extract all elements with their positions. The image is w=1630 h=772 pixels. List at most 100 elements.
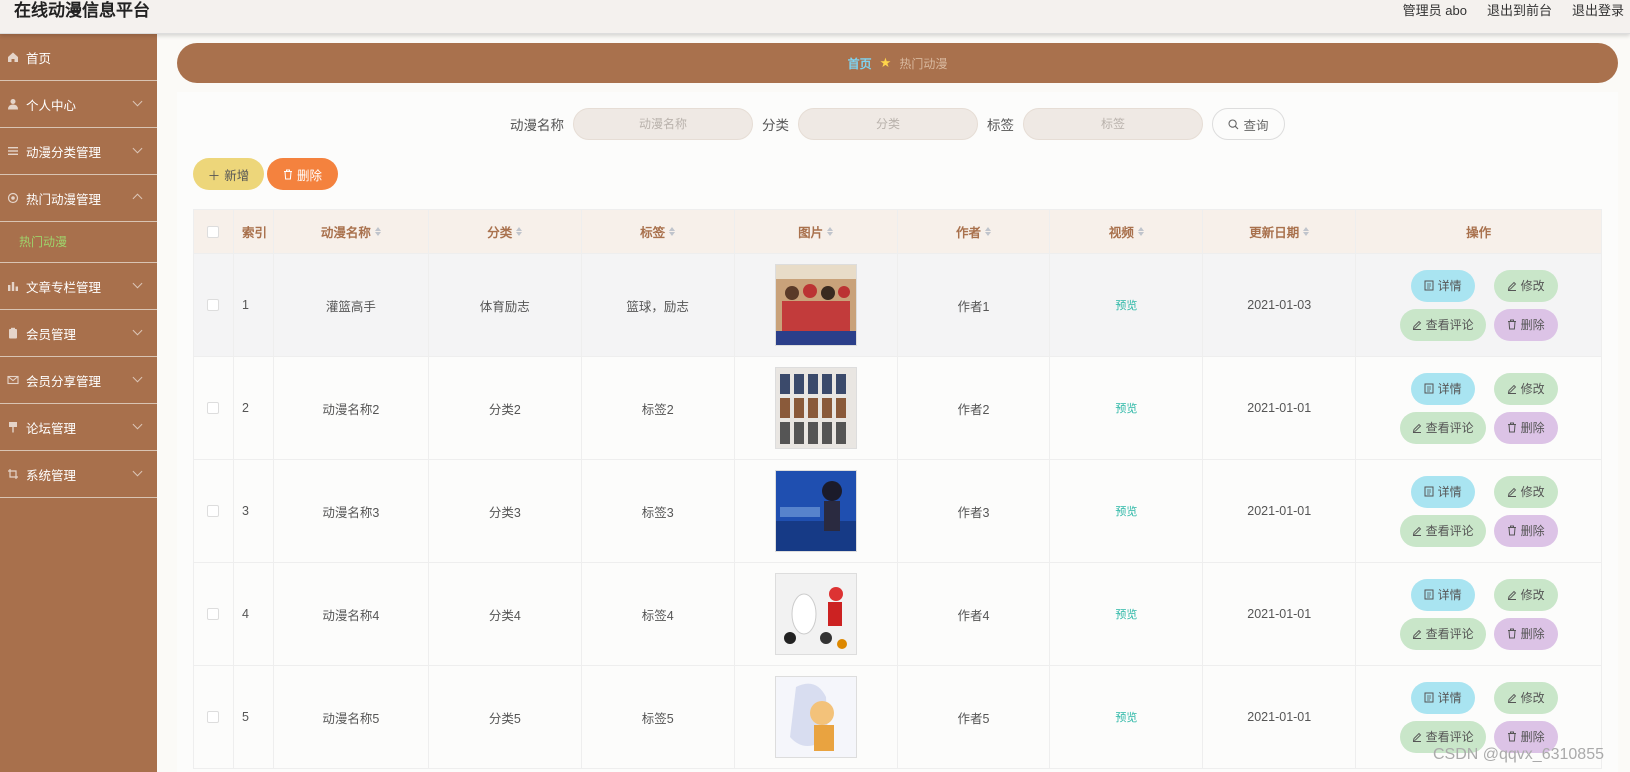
sidebar-item-forum[interactable]: 论坛管理 (0, 404, 157, 451)
row-checkbox[interactable] (207, 608, 220, 620)
sidebar-item-label: 会员管理 (26, 327, 77, 342)
admin-label[interactable]: 管理员 abo (1403, 0, 1467, 22)
sidebar-item-system[interactable]: 系统管理 (0, 451, 157, 498)
row-actions: 详情 修改 查看评论 删除 (1356, 254, 1603, 356)
row-author: 作者1 (898, 254, 1051, 356)
anime-thumbnail[interactable] (774, 676, 857, 758)
sidebar-subitem-hot-anime[interactable]: 热门动漫 (0, 222, 157, 263)
view-comments-button[interactable]: 查看评论 (1399, 514, 1486, 547)
row-checkbox[interactable] (207, 299, 220, 311)
video-preview-link[interactable]: 预览 (1115, 297, 1137, 313)
anime-thumbnail[interactable] (774, 470, 857, 552)
edit-button[interactable]: 修改 (1493, 578, 1558, 611)
sort-icon[interactable] (827, 227, 834, 236)
video-preview-link[interactable]: 预览 (1115, 503, 1137, 519)
video-preview-link[interactable]: 预览 (1115, 606, 1137, 622)
detail-button[interactable]: 详情 (1410, 475, 1475, 508)
sidebar-item-personal[interactable]: 个人中心 (0, 81, 157, 128)
sidebar-item-label: 动漫分类管理 (26, 145, 102, 160)
header-image[interactable]: 图片 (735, 210, 898, 253)
video-preview-link[interactable]: 预览 (1115, 709, 1137, 725)
sort-icon[interactable] (374, 227, 381, 236)
delete-button[interactable]: 删除 (1493, 411, 1558, 444)
name-search-input[interactable] (573, 108, 753, 140)
header-label: 图片 (798, 226, 824, 240)
sort-icon[interactable] (984, 227, 991, 236)
header-author[interactable]: 作者 (898, 210, 1051, 253)
row-checkbox[interactable] (207, 505, 220, 517)
header-label: 作者 (955, 226, 981, 240)
detail-button[interactable]: 详情 (1410, 681, 1475, 714)
detail-button-label: 详情 (1437, 382, 1462, 396)
sidebar-item-category[interactable]: 动漫分类管理 (0, 128, 157, 175)
header-video[interactable]: 视频 (1050, 210, 1204, 253)
header-name[interactable]: 动漫名称 (274, 210, 429, 253)
detail-button[interactable]: 详情 (1410, 372, 1475, 405)
logout-link[interactable]: 退出登录 (1572, 0, 1624, 22)
star-icon: ★ (879, 55, 892, 70)
app-title: 在线动漫信息平台 (14, 1, 150, 20)
add-button-label: 新增 (224, 168, 250, 183)
anime-thumbnail[interactable] (774, 573, 857, 655)
header-tag[interactable]: 标签 (582, 210, 735, 253)
sidebar-item-home[interactable]: 首页 (0, 34, 157, 81)
chevron-down-icon (132, 143, 143, 154)
header-date[interactable]: 更新日期 (1203, 210, 1357, 253)
sidebar-item-hot-anime[interactable]: 热门动漫管理 (0, 175, 157, 222)
delete-button[interactable]: 删除 (1493, 617, 1558, 650)
view-comments-button[interactable]: 查看评论 (1399, 617, 1486, 650)
sort-icon[interactable] (516, 227, 523, 236)
row-name: 动漫名称3 (274, 460, 429, 562)
header-category[interactable]: 分类 (429, 210, 582, 253)
row-select-cell (194, 357, 234, 459)
document-icon (1424, 486, 1434, 497)
sidebar-item-articles[interactable]: 文章专栏管理 (0, 263, 157, 310)
detail-button-label: 详情 (1437, 691, 1462, 705)
detail-button[interactable]: 详情 (1410, 578, 1475, 611)
batch-delete-button[interactable]: 删除 (267, 158, 338, 190)
video-preview-link[interactable]: 预览 (1115, 400, 1137, 416)
delete-button[interactable]: 删除 (1493, 308, 1558, 341)
add-button[interactable]: ＋ 新增 (193, 158, 264, 190)
sort-icon[interactable] (1137, 227, 1144, 236)
chevron-down-icon (132, 278, 143, 289)
sort-icon[interactable] (669, 227, 676, 236)
breadcrumb-home[interactable]: 首页 (848, 55, 872, 72)
view-comments-button[interactable]: 查看评论 (1399, 411, 1486, 444)
query-button[interactable]: 查询 (1212, 108, 1285, 140)
view-comments-label: 查看评论 (1425, 730, 1474, 744)
row-name: 动漫名称4 (274, 563, 429, 665)
edit-button[interactable]: 修改 (1493, 269, 1558, 302)
header-label: 分类 (487, 226, 513, 240)
edit-button[interactable]: 修改 (1493, 372, 1558, 405)
edit-icon (1412, 320, 1421, 330)
edit-button[interactable]: 修改 (1493, 681, 1558, 714)
anime-thumbnail[interactable] (774, 367, 857, 449)
select-all-cell (194, 210, 234, 253)
row-category: 分类5 (429, 666, 582, 768)
sidebar-item-members[interactable]: 会员管理 (0, 310, 157, 357)
category-search-input[interactable] (798, 108, 978, 140)
delete-button-label: 删除 (1520, 524, 1545, 538)
header-label: 标签 (640, 226, 666, 240)
header-index: 索引 (234, 210, 274, 253)
anime-thumbnail[interactable] (774, 264, 857, 346)
view-comments-button[interactable]: 查看评论 (1399, 308, 1486, 341)
delete-button[interactable]: 删除 (1493, 514, 1558, 547)
sidebar-item-member-share[interactable]: 会员分享管理 (0, 357, 157, 404)
row-checkbox[interactable] (207, 402, 220, 414)
sort-icon[interactable] (1303, 227, 1310, 236)
detail-button[interactable]: 详情 (1410, 269, 1475, 302)
select-all-checkbox[interactable] (207, 225, 220, 238)
table-row: 1 灌篮高手 体育励志 篮球，励志 作者1 预览 2021-01-03 详情 修改 查看评论 删除 (194, 254, 1603, 357)
search-form: 动漫名称 分类 标签 查询 (177, 108, 1618, 140)
row-checkbox[interactable] (207, 711, 220, 723)
tag-search-input[interactable] (1023, 108, 1203, 140)
edit-button-label: 修改 (1520, 588, 1545, 602)
view-comments-label: 查看评论 (1425, 421, 1474, 435)
user-icon (6, 97, 20, 111)
exit-to-front-link[interactable]: 退出到前台 (1487, 0, 1552, 22)
document-icon (1424, 692, 1434, 703)
edit-button[interactable]: 修改 (1493, 475, 1558, 508)
delete-button-label: 删除 (1520, 627, 1545, 641)
